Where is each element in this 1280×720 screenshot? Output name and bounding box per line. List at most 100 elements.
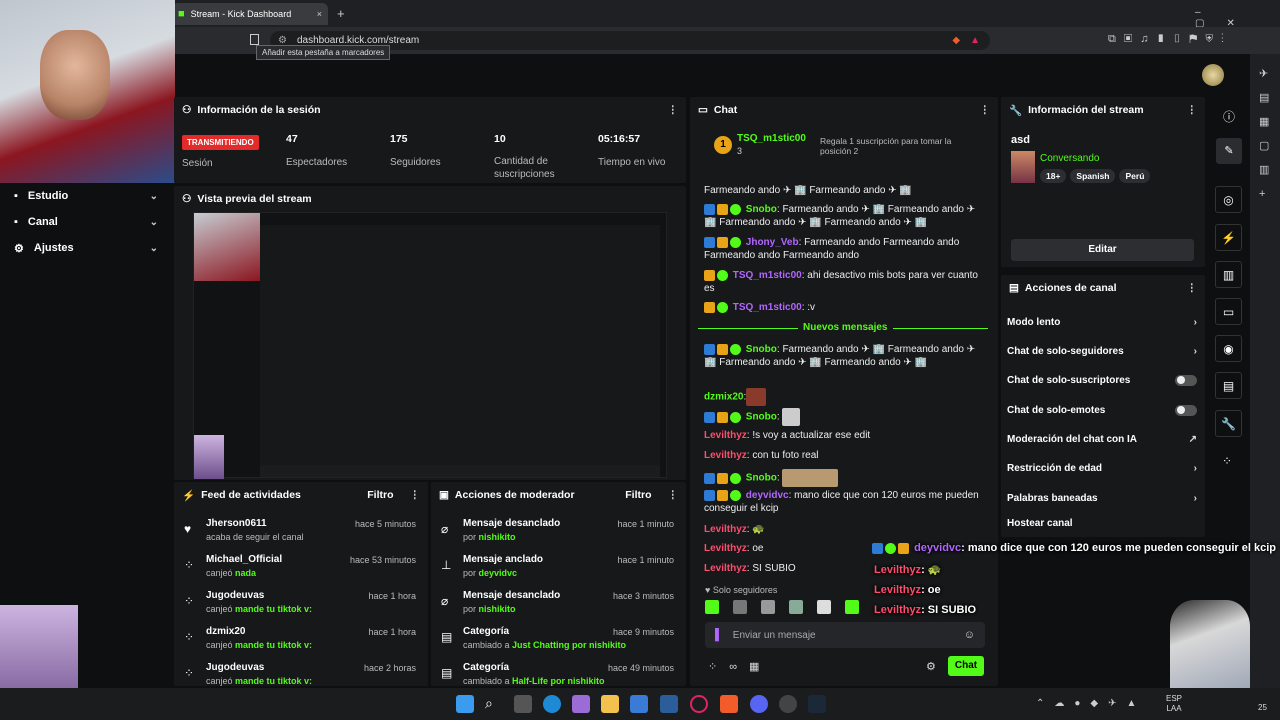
- steam-icon[interactable]: [808, 695, 826, 713]
- channel-action-followers-only[interactable]: Chat de solo-seguidores ›: [1007, 342, 1197, 360]
- more-options-icon[interactable]: ⋮: [668, 104, 679, 116]
- tool-rail-button[interactable]: ▭: [1215, 298, 1242, 325]
- search-icon[interactable]: ⌕: [485, 695, 503, 713]
- overlay-message: Levilthyz: SI SUBIO: [874, 604, 977, 616]
- sidebar-item-settings[interactable]: ⚙ Ajustes ⌄: [0, 235, 172, 261]
- more-options-icon[interactable]: ⋮: [1187, 104, 1198, 116]
- more-options-icon[interactable]: ⋮: [980, 104, 991, 116]
- kicks-icon[interactable]: ⁘: [1222, 454, 1232, 468]
- wrench-icon: 🔧: [1009, 104, 1023, 117]
- store-icon[interactable]: [630, 695, 648, 713]
- modactions-panel: ▣ Acciones de moderador Filtro ⋮ ⌀ Mensa…: [431, 482, 686, 686]
- tool-rail-button[interactable]: ▤: [1215, 372, 1242, 399]
- vegas-icon[interactable]: [660, 695, 678, 713]
- user-avatar[interactable]: [1202, 64, 1224, 86]
- filter-button[interactable]: Filtro: [625, 489, 651, 501]
- info-icon[interactable]: ⓘ: [1223, 108, 1235, 125]
- task-view-icon[interactable]: [514, 695, 532, 713]
- language-indicator[interactable]: ESP LAA: [1166, 694, 1182, 714]
- tool-rail-button[interactable]: ◉: [1215, 335, 1242, 362]
- emotes-only-toggle[interactable]: [1175, 404, 1197, 416]
- discord-icon[interactable]: [750, 695, 768, 713]
- channel-action-subs-only[interactable]: Chat de solo-suscriptores: [1007, 371, 1197, 389]
- send-chat-button[interactable]: Chat: [948, 656, 984, 676]
- chat-input[interactable]: ▌ Enviar un mensaje ☺: [705, 622, 985, 648]
- activity-user[interactable]: Michael_Official: [206, 554, 282, 565]
- chat-message: dzmix20:: [704, 388, 986, 406]
- emote-image[interactable]: [761, 600, 775, 614]
- panel-header: ⚡ Feed de actividades Filtro ⋮: [174, 482, 428, 508]
- obs-icon[interactable]: [779, 695, 797, 713]
- chat-message: Levilthyz: 🐢: [704, 524, 765, 535]
- bookmark-icon[interactable]: [250, 34, 259, 45]
- unpin-icon: ⌀: [441, 522, 449, 536]
- edit-button[interactable]: Editar: [1011, 239, 1194, 261]
- tool-rail-button[interactable]: ▥: [1215, 261, 1242, 288]
- stat-value: 175: [390, 133, 408, 145]
- new-tab-button[interactable]: +: [337, 6, 345, 21]
- brave-rewards-icon[interactable]: ▲: [970, 35, 980, 46]
- activity-user[interactable]: dzmix20: [206, 626, 245, 637]
- edge-icon[interactable]: [543, 695, 561, 713]
- channel-action-ai-moderation[interactable]: Moderación del chat con IA ↗: [1007, 430, 1197, 448]
- chevron-right-icon: ›: [1193, 345, 1197, 357]
- brave-shield-icon[interactable]: ◆: [952, 35, 960, 46]
- edit-pencil-icon[interactable]: ✎: [1216, 138, 1242, 164]
- emote-image[interactable]: [789, 600, 803, 614]
- sidebar-item-label: Canal: [27, 216, 58, 228]
- sidebar-item-studio[interactable]: ▪ Estudio ⌄: [0, 183, 172, 209]
- file-explorer-icon[interactable]: [601, 695, 619, 713]
- activity-text: canjeó mande tu tiktok v:: [206, 604, 313, 614]
- windows-start-icon[interactable]: [456, 695, 474, 713]
- chevron-right-icon: ›: [1193, 316, 1197, 328]
- new-messages-label: Nuevos mensajes: [798, 322, 893, 333]
- category-name[interactable]: Conversando: [1040, 153, 1099, 164]
- more-options-icon[interactable]: ⋮: [668, 489, 679, 501]
- channel-action-emotes-only[interactable]: Chat de solo-emotes: [1007, 401, 1197, 419]
- overlay-message: Levilthyz: oe: [874, 584, 941, 596]
- sidebar-item-channel[interactable]: ▪ Canal ⌄: [0, 209, 172, 235]
- panel-header: ▣ Acciones de moderador Filtro ⋮: [431, 482, 686, 508]
- filter-button[interactable]: Filtro: [367, 489, 393, 501]
- more-options-icon[interactable]: ⋮: [410, 489, 421, 501]
- channel-action-host[interactable]: Hostear canal: [1007, 514, 1197, 532]
- mic-icon[interactable]: ▌: [715, 629, 723, 641]
- kicks-icon: ⁘: [184, 558, 195, 572]
- overlay-message: deyvidvc: mano dice que con 120 euros me…: [872, 542, 1276, 554]
- opera-icon[interactable]: [690, 695, 708, 713]
- stream-preview-video[interactable]: [193, 212, 667, 479]
- modaction-time: hace 49 minutos: [607, 663, 674, 673]
- emote-image[interactable]: [733, 600, 747, 614]
- tab-close-icon[interactable]: ×: [317, 9, 322, 19]
- studio-icon: ▪: [14, 190, 18, 202]
- tool-rail-button[interactable]: ◎: [1215, 186, 1242, 213]
- emote-image[interactable]: [845, 600, 859, 614]
- sidebar-icons[interactable]: ✈ ▤ ▦ ▢ ▥ +: [1259, 62, 1271, 206]
- browser-tab[interactable]: ■ Stream - Kick Dashboard ×: [172, 3, 328, 25]
- emote-image[interactable]: [705, 600, 719, 614]
- emote-picker-icon[interactable]: ☺: [964, 629, 975, 641]
- chevron-right-icon: ›: [1193, 492, 1197, 504]
- tool-rail-button[interactable]: 🔧: [1215, 410, 1242, 437]
- brave-icon[interactable]: [720, 695, 738, 713]
- list-item: ⁘ Jugodeuvas canjeó mande tu tiktok v: h…: [180, 590, 422, 626]
- chat-tools-icons[interactable]: ⁘∞▦: [708, 660, 771, 673]
- chat-settings-icon[interactable]: ⚙: [926, 660, 936, 673]
- anime-character-overlay: [1170, 600, 1250, 688]
- channel-action-banned-words[interactable]: Palabras baneadas ›: [1007, 489, 1197, 507]
- extensions-icons[interactable]: ⧉▣♫▮▯⚑⛨⋮: [1108, 33, 1232, 46]
- channel-action-slow-mode[interactable]: Modo lento ›: [1007, 313, 1197, 331]
- activity-user[interactable]: Jherson0611: [206, 518, 267, 529]
- activity-user[interactable]: Jugodeuvas: [206, 662, 264, 673]
- tool-rail-button[interactable]: ⚡: [1215, 224, 1242, 251]
- subs-only-toggle[interactable]: [1175, 374, 1197, 386]
- copilot-icon[interactable]: [572, 695, 590, 713]
- system-tray-icons[interactable]: ⌃☁●◆✈▲: [1036, 698, 1146, 709]
- list-item: ⁘ dzmix20 canjeó mande tu tiktok v: hace…: [180, 626, 422, 662]
- activity-user[interactable]: Jugodeuvas: [206, 590, 264, 601]
- channel-action-age-restriction[interactable]: Restricción de edad ›: [1007, 459, 1197, 477]
- more-options-icon[interactable]: ⋮: [1187, 282, 1198, 294]
- emote-image[interactable]: [817, 600, 831, 614]
- shield-icon: ▣: [439, 489, 449, 501]
- pinned-user[interactable]: TSQ_m1stic00: [737, 133, 806, 144]
